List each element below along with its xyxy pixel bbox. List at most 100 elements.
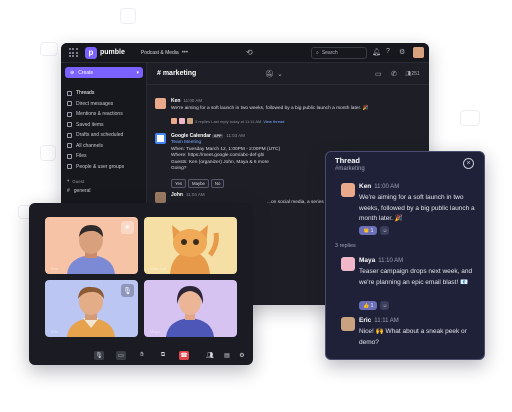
more-icon[interactable]: •••	[182, 50, 188, 56]
sidebar-item-files[interactable]: Files	[67, 151, 145, 162]
screen-share-icon[interactable]: ⧉	[158, 351, 168, 360]
participant-name: Eric	[51, 329, 58, 334]
participant-tile[interactable]: 🔊︎ Ken	[45, 217, 138, 274]
sidebar-item-label: All channels	[76, 142, 103, 149]
mic-off-icon: 🎙︎	[121, 284, 134, 297]
thread-message[interactable]: Ken 11:00 AM We're aiming for a soft laun…	[341, 183, 481, 243]
sidebar-item-mentions[interactable]: Mentions & reactions	[67, 109, 145, 120]
calendar-icon	[155, 133, 166, 144]
chevron-down-icon: ▾	[136, 69, 139, 76]
rsvp-maybe-button[interactable]: Maybe	[188, 179, 209, 188]
sidebar-item-label: People & user groups	[76, 163, 125, 170]
raise-hand-icon[interactable]: ✋︎	[137, 351, 147, 360]
sidebar-item-threads[interactable]: Threads	[67, 88, 145, 99]
sidebar-item-label: Direct messages	[76, 100, 114, 107]
thread-title: Thread	[335, 156, 361, 165]
background-decoration	[460, 110, 480, 126]
video-icon[interactable]: ▭	[375, 70, 382, 78]
rsvp-buttons: Yes Maybe No	[171, 179, 225, 188]
avatar	[155, 192, 166, 203]
phone-icon[interactable]: ✆	[391, 70, 397, 78]
chevron-down-icon: ▾	[67, 178, 70, 183]
hash-icon: #	[67, 188, 70, 195]
thread-panel: Thread #marketing × Ken 11:00 AM We're ai…	[325, 151, 485, 360]
participant-name: Ken	[51, 266, 59, 271]
people-icon	[67, 164, 72, 170]
background-decoration	[40, 42, 58, 56]
chevron-down-icon[interactable]: ⌄	[277, 70, 283, 78]
top-bar: p pumble Podcast & Media ••• ⟲ ⌕ Search …	[61, 43, 429, 63]
help-icon[interactable]: ?	[386, 48, 390, 55]
message-author: Eric 11:11 AM	[359, 317, 399, 324]
event-line: Where: https://meet.google.com/abc-def-g…	[171, 153, 265, 158]
participants-icon[interactable]: 👥︎	[205, 351, 215, 360]
file-icon	[67, 153, 72, 159]
sidebar-item-label: Threads	[76, 90, 95, 97]
member-count: 251	[411, 71, 420, 77]
avatar	[341, 257, 355, 271]
chat-icon[interactable]: ▤	[222, 351, 232, 360]
sidebar-item-direct-messages[interactable]: Direct messages	[67, 99, 145, 110]
search-input[interactable]: ⌕ Search	[311, 47, 367, 59]
app-grid-icon[interactable]	[67, 47, 79, 59]
search-icon: ⌕	[316, 50, 319, 56]
settings-icon[interactable]: ⚙	[399, 48, 405, 56]
create-label: Create	[78, 69, 94, 76]
mic-icon[interactable]: 🎙︎	[94, 351, 104, 360]
channel-label: general	[73, 188, 91, 195]
history-icon[interactable]: ⟲	[246, 48, 253, 57]
thread-message[interactable]: Maya 11:10 AM Teaser campaign drops next …	[341, 257, 481, 317]
sidebar-item-people[interactable]: People & user groups	[67, 162, 145, 173]
settings-icon[interactable]: ⚙	[237, 351, 247, 360]
message-text: Teaser campaign drops next week, and we'…	[359, 268, 473, 286]
participant-name: Maya	[150, 329, 160, 334]
message-text: We're aiming for a soft launch in two we…	[171, 106, 369, 111]
participant-tile[interactable]: Cute Cat	[144, 217, 237, 274]
message-author: John 11:04 AM	[171, 192, 205, 198]
sidebar-item-all-channels[interactable]: All channels	[67, 141, 145, 152]
sidebar-item-label: Saved items	[76, 121, 104, 128]
close-icon[interactable]: ×	[463, 158, 474, 169]
message-author: Ken 11:00 AM	[359, 183, 400, 190]
event-line: Guests: Ken (organizer) John, Maya & 6 m…	[171, 159, 269, 165]
message-text: Team Meeting When: Tuesday March 12, 1:0…	[171, 140, 280, 173]
avatar	[341, 183, 355, 197]
rsvp-no-button[interactable]: No	[210, 179, 225, 188]
sidebar-section-guest[interactable]: ▾ Guest	[67, 176, 145, 186]
reaction-chip[interactable]: 👍 1	[359, 301, 378, 310]
thread-message[interactable]: Eric 11:11 AM Nice! 🙌 What about a sneak …	[341, 317, 481, 353]
create-button[interactable]: ⊕ Create ▾	[65, 67, 143, 78]
sidebar-item-label: Mentions & reactions	[76, 111, 123, 118]
event-line: Going?	[171, 166, 187, 171]
workspace-name[interactable]: Podcast & Media	[141, 50, 179, 56]
participant-tile[interactable]: 🎙︎ Eric	[45, 280, 138, 337]
add-reaction-icon[interactable]: ☺	[380, 301, 390, 310]
camera-icon[interactable]: ▭	[116, 351, 126, 360]
reactions: 👏 1 ☺	[359, 226, 390, 235]
brand-name: pumble	[100, 49, 125, 56]
bell-off-icon[interactable]: 🔕︎	[265, 70, 274, 78]
hang-up-button[interactable]: ☎︎	[179, 351, 189, 360]
participant-tile[interactable]: Maya	[144, 280, 237, 337]
message-item[interactable]: Ken 11:00 AM We're aiming for a soft laun…	[155, 98, 425, 132]
thread-channel: #marketing	[335, 166, 365, 172]
channel-header: # marketing 🔕︎ ⌄ ▭ ✆ 👥︎251 ⊕ ⚲ ⓘ	[147, 63, 429, 85]
bell-icon[interactable]: 🔔︎	[372, 48, 381, 56]
at-icon	[67, 111, 72, 117]
members-icon[interactable]: 👥︎251	[405, 71, 420, 77]
rsvp-yes-button[interactable]: Yes	[171, 179, 187, 188]
add-reaction-icon[interactable]: ☺	[380, 226, 390, 235]
view-thread-link[interactable]: View thread	[263, 119, 284, 124]
reaction-chip[interactable]: 👏 1	[359, 226, 378, 235]
sidebar-item-saved[interactable]: Saved items	[67, 120, 145, 131]
reactions: 👍 1 ☺	[359, 301, 390, 310]
message-text: We're aiming for a soft launch in two we…	[359, 194, 475, 222]
sidebar-item-drafts[interactable]: Drafts and scheduled	[67, 130, 145, 141]
channel-name[interactable]: # marketing	[157, 70, 196, 77]
message-text: Nice! 🙌 What about a sneak peek or demo?	[359, 328, 467, 346]
thread-summary[interactable]: 3 replies Last reply today at 11:11 AM V…	[171, 118, 284, 124]
sidebar-item-label: Drafts and scheduled	[76, 132, 124, 139]
sidebar-item-general[interactable]: # general	[67, 186, 145, 197]
plus-icon: ⊕	[70, 69, 75, 76]
user-avatar[interactable]	[413, 47, 424, 58]
